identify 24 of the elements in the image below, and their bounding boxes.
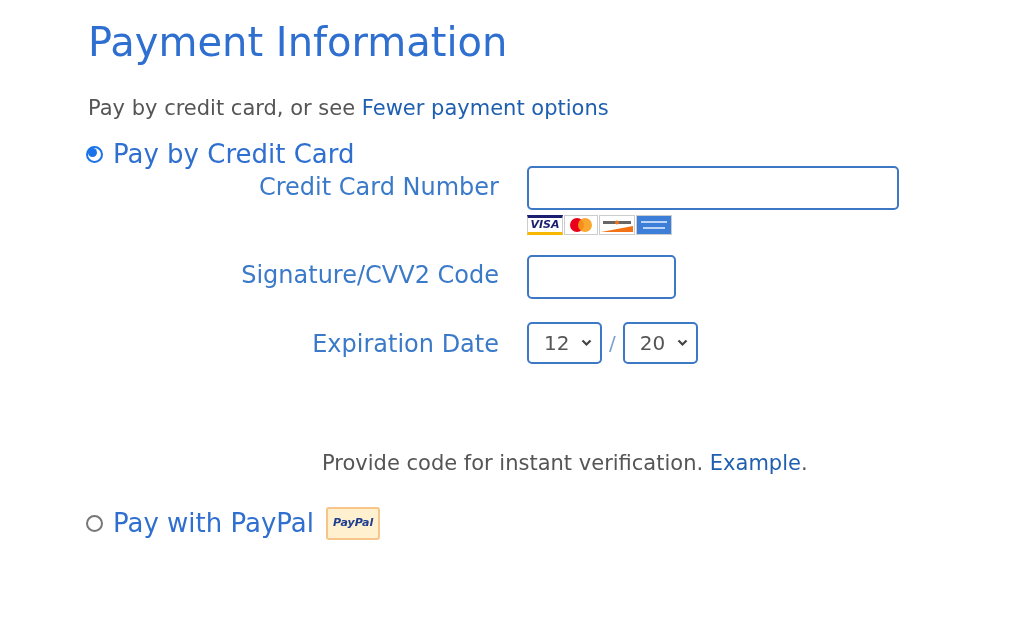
paypal-badge: PayPal	[326, 507, 381, 540]
example-link[interactable]: Example	[709, 451, 801, 475]
page-title: Payment Information	[88, 18, 509, 66]
radio-label[interactable]: Pay by Credit Card	[113, 138, 355, 170]
radio-label[interactable]: Pay with PayPal	[113, 507, 315, 540]
mastercard-logo	[564, 215, 598, 235]
amex-logo	[636, 215, 672, 235]
chevron-down-icon	[581, 339, 592, 347]
discover-logo	[599, 215, 635, 235]
fewer-options-link[interactable]: Fewer payment options	[361, 96, 609, 120]
radio-button[interactable]	[86, 145, 103, 163]
field-label: Credit Card Number	[258, 172, 499, 203]
field-label: Signature/CVV2 Code	[240, 260, 499, 291]
cvv-field[interactable]	[527, 255, 676, 299]
date-separator: /	[609, 330, 616, 357]
verification-text: Provide code for instant verification. Example.	[322, 450, 809, 477]
select-dropdown[interactable]: 12	[527, 322, 602, 364]
chevron-down-icon	[676, 339, 688, 347]
intro-text: Pay by credit card, or see Fewer payment options	[88, 95, 610, 122]
select-dropdown[interactable]: 20	[622, 322, 698, 364]
radio-button[interactable]	[86, 514, 103, 532]
card-number-field[interactable]	[527, 166, 899, 210]
visa-logo: VISA	[527, 215, 563, 235]
field-label: Expiration Date	[311, 329, 499, 360]
